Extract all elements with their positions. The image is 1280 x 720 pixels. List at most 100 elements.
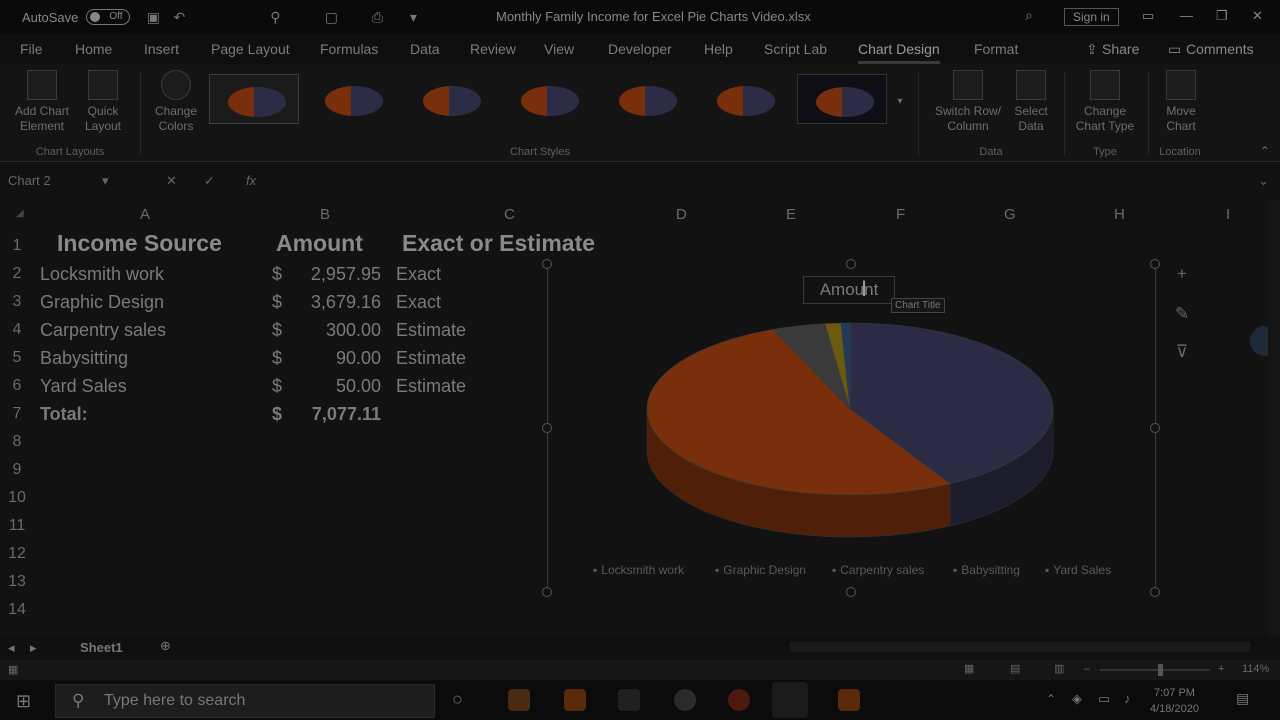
normal-view-icon[interactable]: ▦ xyxy=(964,662,974,675)
cell-source[interactable]: Graphic Design xyxy=(40,292,164,313)
enter-icon[interactable]: ✓ xyxy=(204,173,215,189)
cell-amount[interactable]: 3,679.16 xyxy=(290,292,381,313)
minimize-icon[interactable]: — xyxy=(1180,8,1193,23)
cell-type[interactable]: Estimate xyxy=(396,348,466,369)
undo-icon[interactable]: ↶ xyxy=(170,9,188,26)
horizontal-scrollbar[interactable] xyxy=(790,642,1250,652)
resize-handle[interactable] xyxy=(542,587,552,597)
excel-taskbar-icon[interactable] xyxy=(772,682,808,718)
column-header[interactable]: G xyxy=(1004,206,1016,223)
chart-style-5[interactable] xyxy=(601,74,691,124)
change-colors-button[interactable]: Change Colors xyxy=(146,70,206,134)
save-icon[interactable]: ▣ xyxy=(144,9,162,26)
chart-style-6[interactable] xyxy=(699,74,789,124)
column-header[interactable]: A xyxy=(140,206,150,223)
ribbon-display-icon[interactable]: ▭ xyxy=(1142,8,1154,24)
expand-formula-icon[interactable]: ⌄ xyxy=(1258,173,1269,189)
cell-source[interactable]: Yard Sales xyxy=(40,376,127,397)
row-header[interactable]: 14 xyxy=(0,601,34,619)
page-layout-view-icon[interactable]: ▤ xyxy=(1010,662,1020,675)
cell-amount[interactable]: 50.00 xyxy=(290,376,381,397)
network-icon[interactable]: ▭ xyxy=(1098,691,1110,707)
cell-type[interactable]: Estimate xyxy=(396,376,466,397)
tab-insert[interactable]: Insert xyxy=(144,41,179,57)
cell-amount[interactable]: 2,957.95 xyxy=(290,264,381,285)
column-header[interactable]: I xyxy=(1226,206,1230,223)
taskbar-search-box[interactable]: ⚲ Type here to search xyxy=(55,684,435,718)
search-icon[interactable]: ⌕ xyxy=(1020,7,1038,24)
file-explorer-icon[interactable] xyxy=(508,689,530,711)
print-icon[interactable]: ⎙ xyxy=(368,9,386,26)
row-header[interactable]: 7 xyxy=(0,405,34,423)
column-header[interactable]: B xyxy=(320,206,330,223)
steam-icon[interactable] xyxy=(618,689,640,711)
zoom-out-icon[interactable]: – xyxy=(1084,663,1090,675)
cell-type[interactable]: Exact xyxy=(396,264,441,285)
row-header[interactable]: 9 xyxy=(0,461,34,479)
share-button[interactable]: Share xyxy=(1102,41,1139,57)
resize-handle[interactable] xyxy=(846,587,856,597)
row-header[interactable]: 3 xyxy=(0,293,34,311)
cell-type[interactable]: Estimate xyxy=(396,320,466,341)
autosave-toggle[interactable]: Off xyxy=(86,9,131,25)
zoom-slider[interactable] xyxy=(1100,669,1210,671)
next-sheet-icon[interactable]: ▸ xyxy=(30,640,37,656)
pie-chart[interactable]: Amount Chart Title I Locksmith work Grap… xyxy=(542,259,1160,597)
customize-icon[interactable]: ▾ xyxy=(404,9,422,26)
cell-type[interactable]: Exact xyxy=(396,292,441,313)
collapse-ribbon-icon[interactable]: ⌃ xyxy=(1258,144,1272,159)
tab-formulas[interactable]: Formulas xyxy=(320,41,378,57)
cell-source[interactable]: Locksmith work xyxy=(40,264,164,285)
tab-view[interactable]: View xyxy=(544,41,574,57)
cell-source[interactable]: Babysitting xyxy=(40,348,128,369)
tab-home[interactable]: Home xyxy=(75,41,112,57)
row-header[interactable]: 13 xyxy=(0,573,34,591)
comments-button[interactable]: Comments xyxy=(1186,41,1254,57)
quick-access-icon[interactable]: ⚲ xyxy=(266,9,284,26)
chart-style-1[interactable] xyxy=(209,74,299,124)
tab-help[interactable]: Help xyxy=(704,41,733,57)
new-file-icon[interactable]: ▢ xyxy=(322,9,340,26)
move-chart-button[interactable]: Move Chart xyxy=(1156,70,1206,134)
close-icon[interactable]: ✕ xyxy=(1252,8,1263,24)
tab-review[interactable]: Review xyxy=(470,41,516,57)
chart-style-2[interactable] xyxy=(307,74,397,124)
quick-layout-button[interactable]: Quick Layout xyxy=(76,70,130,134)
name-box-dropdown-icon[interactable]: ▾ xyxy=(102,173,109,189)
tab-format[interactable]: Format xyxy=(974,41,1018,57)
legend-item[interactable]: Locksmith work xyxy=(593,563,684,577)
legend-item[interactable]: Graphic Design xyxy=(715,563,806,577)
total-label[interactable]: Total: xyxy=(40,404,88,425)
vertical-scrollbar[interactable] xyxy=(1268,200,1280,636)
app-icon[interactable] xyxy=(564,689,586,711)
column-header[interactable]: E xyxy=(786,206,796,223)
pie-plot[interactable] xyxy=(547,264,1156,564)
page-break-view-icon[interactable]: ▥ xyxy=(1054,662,1064,675)
row-header[interactable]: 6 xyxy=(0,377,34,395)
system-clock[interactable]: 7:07 PM 4/18/2020 xyxy=(1150,685,1199,717)
row-header[interactable]: 4 xyxy=(0,321,34,339)
row-header[interactable]: 12 xyxy=(0,545,34,563)
chart-style-7[interactable] xyxy=(797,74,887,124)
chart-elements-icon[interactable]: + xyxy=(1172,264,1192,284)
zoom-level[interactable]: 114% xyxy=(1242,663,1269,675)
legend-item[interactable]: Carpentry sales xyxy=(832,563,924,577)
dropbox-tray-icon[interactable]: ◈ xyxy=(1072,691,1082,707)
legend-item[interactable]: Yard Sales xyxy=(1045,563,1111,577)
volume-icon[interactable]: ♪ xyxy=(1124,691,1131,706)
app-icon[interactable] xyxy=(838,689,860,711)
zoom-in-icon[interactable]: + xyxy=(1218,663,1224,675)
sheet-tab[interactable]: Sheet1 xyxy=(80,640,123,655)
tab-file[interactable]: File xyxy=(20,41,43,57)
header-income-source[interactable]: Income Source xyxy=(57,230,222,257)
sign-in-button[interactable]: Sign in xyxy=(1064,8,1119,26)
prev-sheet-icon[interactable]: ◂ xyxy=(8,640,15,656)
row-header[interactable]: 8 xyxy=(0,433,34,451)
styles-more-icon[interactable]: ▾ xyxy=(893,94,907,109)
show-hidden-icons[interactable]: ⌃ xyxy=(1046,692,1056,706)
header-amount[interactable]: Amount xyxy=(276,230,363,257)
change-chart-type-button[interactable]: Change Chart Type xyxy=(1070,70,1140,134)
column-header[interactable]: D xyxy=(676,206,687,223)
tab-data[interactable]: Data xyxy=(410,41,440,57)
header-exact-or-estimate[interactable]: Exact or Estimate xyxy=(402,230,595,257)
